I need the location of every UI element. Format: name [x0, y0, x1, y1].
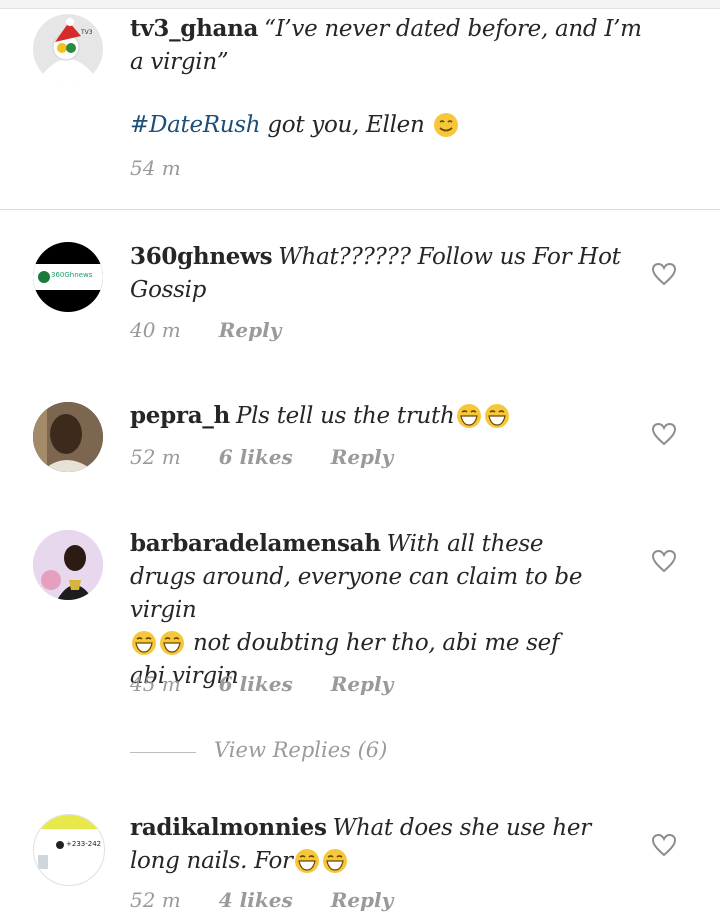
360ghnews-logo-text: 360Ghnews [51, 271, 93, 279]
likes-count[interactable]: 6 likes [219, 672, 293, 696]
comment-time: 52 m [130, 445, 181, 469]
avatar[interactable] [33, 402, 103, 472]
reply-button[interactable]: Reply [331, 672, 394, 696]
avatar[interactable]: TV3 [33, 14, 103, 84]
reply-button[interactable]: Reply [219, 318, 282, 342]
comment-username[interactable]: radikalmonnies [130, 814, 327, 841]
like-heart-icon[interactable] [651, 548, 677, 574]
grinning-face-emoji-icon [455, 403, 483, 429]
grinning-face-emoji-icon [321, 848, 349, 874]
grinning-face-emoji-icon [293, 848, 321, 874]
grinning-face-emoji-icon [130, 630, 158, 656]
grinning-face-emoji-icon [158, 630, 186, 656]
comment-username[interactable]: barbaradelamensah [130, 530, 381, 557]
divider [0, 209, 720, 210]
hashtag-link[interactable]: #DateRush [130, 112, 261, 138]
grinning-face-emoji-icon [483, 403, 511, 429]
comment-time: 45 m [130, 672, 181, 696]
top-bar [0, 0, 720, 9]
person-photo-icon [33, 530, 103, 600]
avatar[interactable]: 360Ghnews [33, 242, 103, 312]
comment-text-continued: got you, Ellen [267, 112, 425, 138]
comment-text: Pls tell us the truth [235, 403, 455, 429]
svg-text:TV3: TV3 [80, 29, 93, 36]
comment-username[interactable]: pepra_h [130, 402, 230, 429]
tv3-santa-avatar-icon: TV3 [33, 14, 103, 84]
like-heart-icon[interactable] [651, 261, 677, 287]
likes-count[interactable]: 4 likes [219, 888, 293, 912]
likes-count[interactable]: 6 likes [219, 445, 293, 469]
comment-username[interactable]: 360ghnews [130, 243, 273, 270]
view-replies-line [130, 752, 196, 753]
like-heart-icon[interactable] [651, 421, 677, 447]
comment-time: 54 m [130, 156, 181, 180]
reply-button[interactable]: Reply [331, 888, 394, 912]
reply-button[interactable]: Reply [331, 445, 394, 469]
comment-time: 52 m [130, 888, 181, 912]
avatar[interactable] [33, 530, 103, 600]
comment-time: 40 m [130, 318, 181, 342]
smiling-face-emoji-icon [432, 112, 460, 138]
comment-username[interactable]: tv3_ghana [130, 15, 258, 42]
avatar[interactable]: +233-242 [33, 814, 105, 886]
person-photo-icon [33, 402, 103, 472]
view-replies-label: View Replies (6) [214, 738, 388, 762]
avatar-phone-text: +233-242 [66, 840, 102, 848]
like-heart-icon[interactable] [651, 832, 677, 858]
